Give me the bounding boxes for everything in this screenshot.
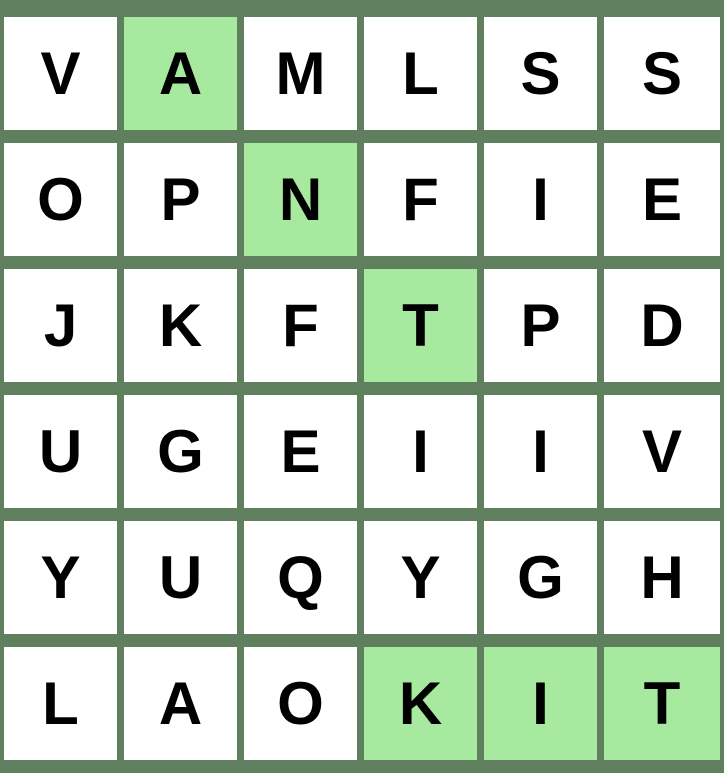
letter-cell[interactable]: I	[364, 395, 477, 508]
letter-cell[interactable]: G	[484, 521, 597, 634]
letter-cell[interactable]: K	[124, 269, 237, 382]
word-search-grid: VAMLSSOPNFIEJKFTPDUGEIIVYUQYGHLAOKIT	[0, 0, 724, 773]
letter-cell[interactable]: A	[124, 647, 237, 760]
letter-cell[interactable]: Y	[364, 521, 477, 634]
letter-cell[interactable]: I	[484, 143, 597, 256]
letter-cell[interactable]: U	[4, 395, 117, 508]
letter-cell[interactable]: V	[4, 17, 117, 130]
letter-cell[interactable]: H	[604, 521, 720, 634]
letter-cell[interactable]: E	[604, 143, 720, 256]
letter-cell-highlighted[interactable]: K	[364, 647, 477, 760]
letter-cell[interactable]: Y	[4, 521, 117, 634]
letter-cell[interactable]: O	[4, 143, 117, 256]
letter-cell[interactable]: L	[4, 647, 117, 760]
letter-cell-highlighted[interactable]: I	[484, 647, 597, 760]
letter-cell[interactable]: V	[604, 395, 720, 508]
letter-cell[interactable]: J	[4, 269, 117, 382]
letter-cell[interactable]: O	[244, 647, 357, 760]
letter-cell[interactable]: Q	[244, 521, 357, 634]
letter-cell[interactable]: S	[484, 17, 597, 130]
letter-cell-highlighted[interactable]: T	[604, 647, 720, 760]
letter-cell[interactable]: M	[244, 17, 357, 130]
letter-cell[interactable]: P	[484, 269, 597, 382]
letter-cell[interactable]: L	[364, 17, 477, 130]
letter-cell[interactable]: F	[364, 143, 477, 256]
letter-cell[interactable]: D	[604, 269, 720, 382]
letter-cell[interactable]: S	[604, 17, 720, 130]
letter-cell-highlighted[interactable]: N	[244, 143, 357, 256]
letter-cell[interactable]: P	[124, 143, 237, 256]
letter-cell[interactable]: E	[244, 395, 357, 508]
letter-cell[interactable]: F	[244, 269, 357, 382]
letter-cell[interactable]: I	[484, 395, 597, 508]
letter-cell-highlighted[interactable]: A	[124, 17, 237, 130]
letter-cell[interactable]: U	[124, 521, 237, 634]
letter-cell[interactable]: G	[124, 395, 237, 508]
letter-cell-highlighted[interactable]: T	[364, 269, 477, 382]
